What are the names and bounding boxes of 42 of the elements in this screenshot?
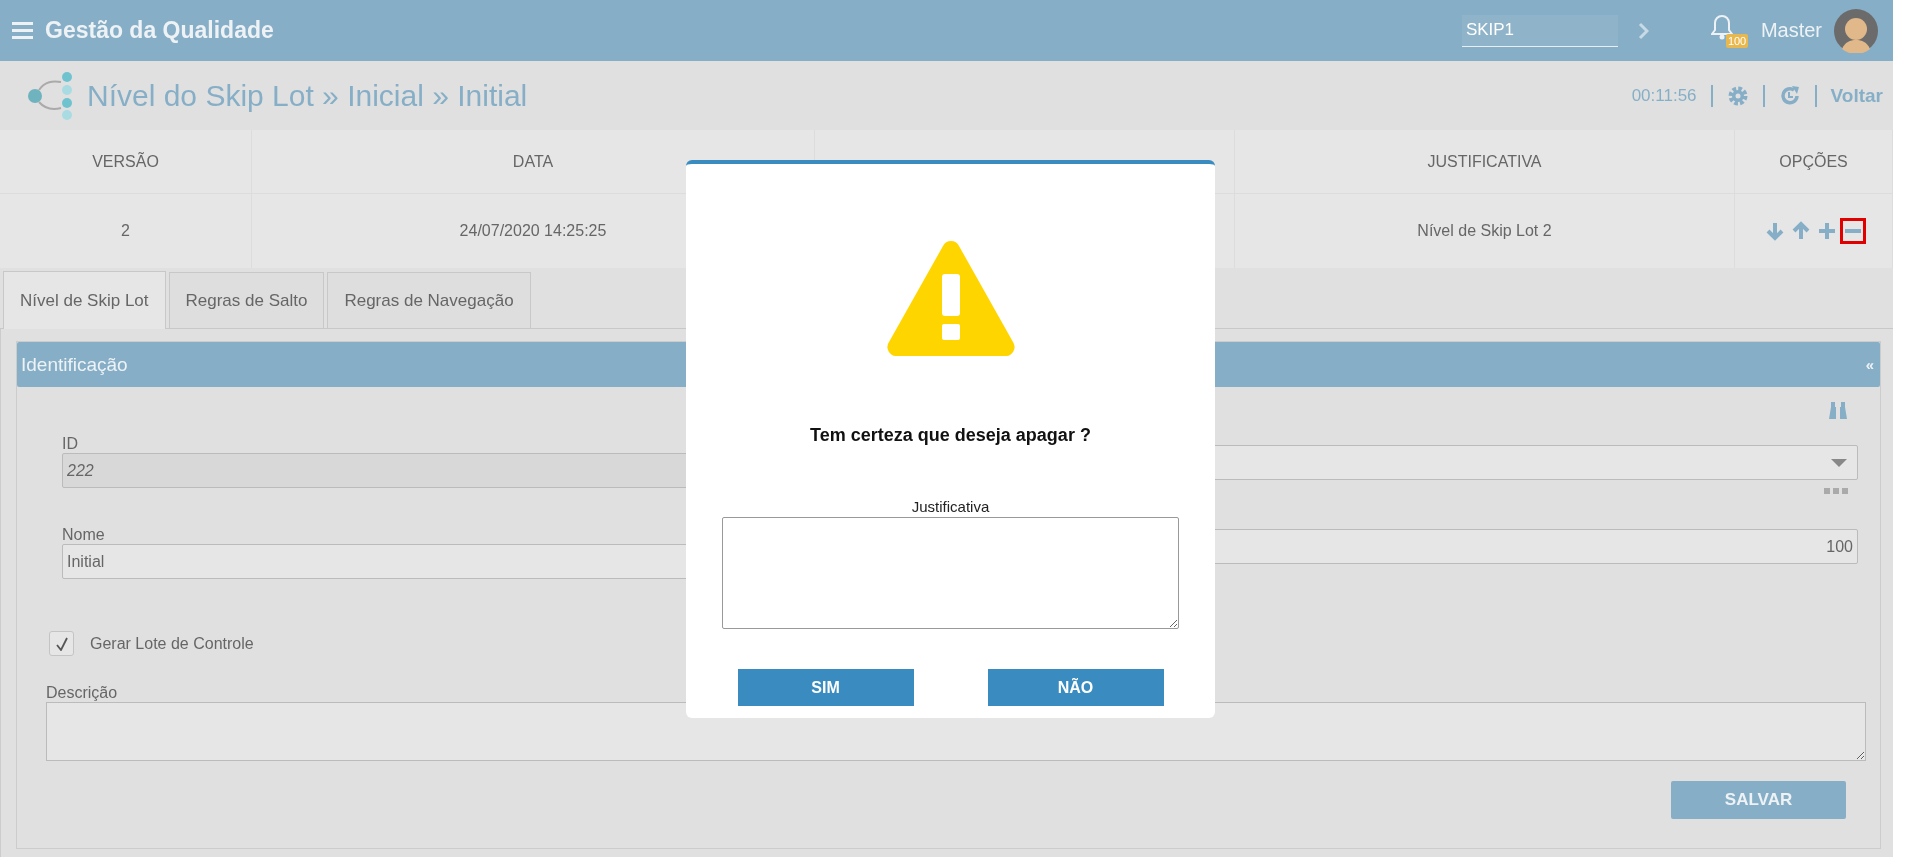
minus-icon — [1844, 229, 1861, 233]
remove-button[interactable] — [1839, 218, 1866, 244]
settings-icon[interactable] — [1726, 84, 1749, 107]
dialog-button[interactable]: NÃO — [987, 669, 1164, 706]
warning-icon — [885, 238, 1016, 356]
column-header: OPÇÕES — [1735, 130, 1893, 194]
dialog-message: Tem certeza que deseja apagar ? — [810, 425, 1091, 446]
checkbox[interactable] — [49, 631, 74, 656]
tab[interactable]: Nível de Skip Lot — [3, 271, 166, 329]
field-label: Nome — [62, 526, 105, 544]
field-label: ID — [62, 435, 78, 453]
app-title: Gestão da Qualidade — [45, 17, 274, 44]
menu-icon[interactable] — [12, 22, 33, 39]
flow-diagram-icon — [27, 71, 73, 120]
timer: 00:11:56 — [1631, 85, 1697, 106]
more-icon[interactable] — [1824, 488, 1848, 494]
page-title: Nível do Skip Lot » Inicial » Initial — [87, 78, 528, 113]
checkbox-label: Gerar Lote de Controle — [90, 634, 254, 653]
refresh-icon[interactable] — [1778, 84, 1801, 107]
field-label: Justificativa — [911, 498, 990, 515]
tab[interactable]: Regras de Navegação — [327, 272, 531, 328]
arrow-up-icon — [1791, 221, 1810, 241]
arrow-down-icon — [1765, 221, 1784, 241]
column-header: VERSÃO — [0, 130, 252, 194]
plus-icon — [1818, 223, 1835, 239]
dropdown-caret-icon — [1831, 458, 1847, 467]
user-name: Master — [1760, 19, 1822, 42]
field-label: Descrição — [46, 684, 118, 702]
tab[interactable]: Regras de Salto — [168, 272, 325, 328]
panel-title: Identificação — [21, 353, 128, 376]
column-header: JUSTIFICATIVA — [1235, 130, 1735, 194]
justification-field[interactable] — [722, 517, 1179, 629]
notification-badge: 100 — [1725, 33, 1749, 48]
dialog-button[interactable]: SIM — [737, 669, 914, 706]
search-field[interactable]: SKIP1 — [1461, 14, 1618, 47]
avatar[interactable] — [1834, 8, 1878, 53]
chevron-right-icon[interactable] — [1637, 21, 1649, 40]
save-button[interactable]: SALVAR — [1671, 781, 1846, 819]
binoculars-icon[interactable] — [1828, 401, 1848, 421]
checkmark-icon — [54, 636, 69, 651]
description-field[interactable] — [46, 702, 1866, 761]
collapse-button[interactable]: « — [1865, 356, 1874, 373]
